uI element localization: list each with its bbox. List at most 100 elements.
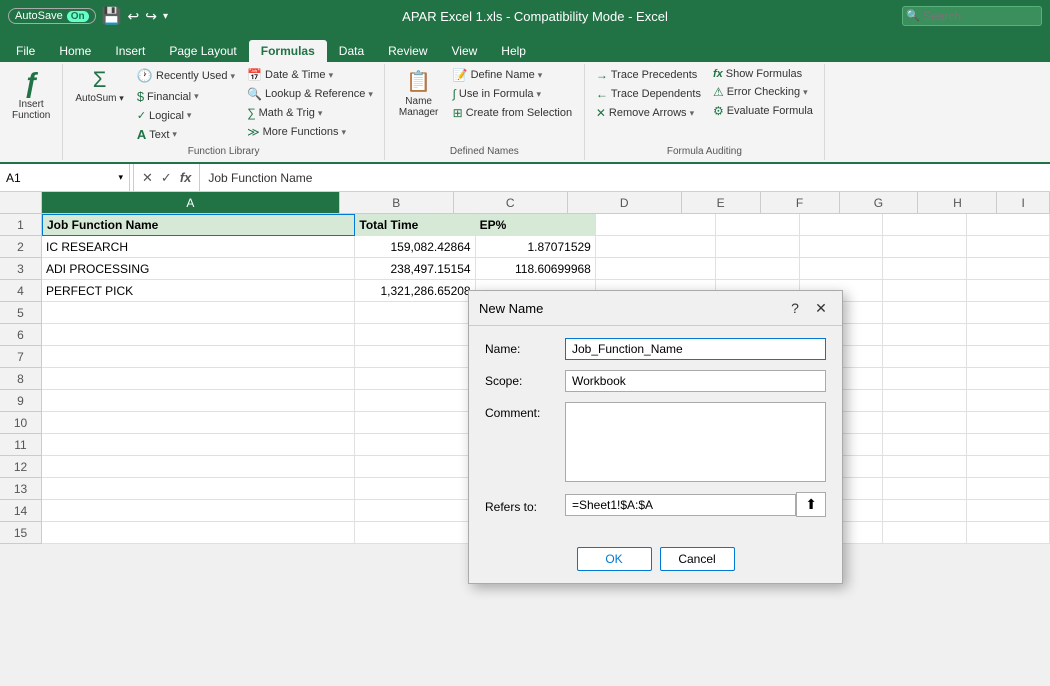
cell-C2[interactable]: 1.87071529 (476, 236, 596, 258)
confirm-formula-icon[interactable]: ✓ (159, 170, 174, 186)
error-checking-button[interactable]: ⚠ Error Checking ▾ (708, 83, 818, 101)
cell-B8[interactable] (355, 368, 475, 390)
trace-precedents-button[interactable]: → Trace Precedents (591, 66, 706, 84)
create-from-selection-button[interactable]: ⊞ Create from Selection (448, 104, 577, 122)
tab-help[interactable]: Help (489, 40, 538, 62)
tab-formulas[interactable]: Formulas (249, 40, 327, 62)
cell-H10[interactable] (967, 412, 1050, 434)
cell-H4[interactable] (967, 280, 1050, 302)
logical-button[interactable]: ✓ Logical ▾ (132, 107, 240, 124)
dialog-close-icon[interactable]: ✕ (810, 297, 832, 319)
comment-input[interactable] (565, 402, 826, 482)
cell-A1[interactable]: Job Function Name (42, 214, 355, 236)
row-header-7[interactable]: 7 (0, 346, 42, 368)
cell-G8[interactable] (883, 368, 966, 390)
cell-D3[interactable] (596, 258, 716, 280)
cell-H6[interactable] (967, 324, 1050, 346)
row-header-9[interactable]: 9 (0, 390, 42, 412)
dialog-help-icon[interactable]: ? (784, 297, 806, 319)
ok-button[interactable]: OK (577, 547, 652, 571)
col-header-C[interactable]: C (454, 192, 568, 213)
tab-insert[interactable]: Insert (103, 40, 157, 62)
cell-A11[interactable] (42, 434, 355, 456)
cell-F2[interactable] (800, 236, 883, 258)
cell-H12[interactable] (967, 456, 1050, 478)
cell-G14[interactable] (883, 500, 966, 522)
cell-F1[interactable] (800, 214, 883, 236)
cell-H8[interactable] (967, 368, 1050, 390)
lookup-reference-button[interactable]: 🔍 Lookup & Reference ▾ (242, 85, 378, 103)
use-in-formula-button[interactable]: ∫ Use in Formula ▾ (448, 85, 577, 103)
cell-B5[interactable] (355, 302, 475, 324)
cell-A5[interactable] (42, 302, 355, 324)
cell-B14[interactable] (355, 500, 475, 522)
cell-G6[interactable] (883, 324, 966, 346)
cell-H11[interactable] (967, 434, 1050, 456)
recently-used-button[interactable]: 🕐 Recently Used ▾ (132, 66, 240, 86)
col-header-A[interactable]: A (42, 192, 340, 213)
row-header-4[interactable]: 4 (0, 280, 42, 302)
row-header-15[interactable]: 15 (0, 522, 42, 544)
cell-A2[interactable]: IC RESEARCH (42, 236, 355, 258)
cell-G4[interactable] (883, 280, 966, 302)
cell-B4[interactable]: 1,321,286.65208 (355, 280, 475, 302)
remove-arrows-button[interactable]: ✕ Remove Arrows ▾ (591, 104, 706, 122)
cancel-button[interactable]: Cancel (660, 547, 735, 571)
tab-data[interactable]: Data (327, 40, 376, 62)
tab-home[interactable]: Home (47, 40, 103, 62)
cell-B11[interactable] (355, 434, 475, 456)
tab-pagelayout[interactable]: Page Layout (157, 40, 248, 62)
row-header-3[interactable]: 3 (0, 258, 42, 280)
cell-B2[interactable]: 159,082.42864 (355, 236, 475, 258)
cell-G3[interactable] (883, 258, 966, 280)
cell-E3[interactable] (716, 258, 799, 280)
row-header-6[interactable]: 6 (0, 324, 42, 346)
col-header-B[interactable]: B (340, 192, 454, 213)
col-header-I[interactable]: I (997, 192, 1050, 213)
tab-file[interactable]: File (4, 40, 47, 62)
cell-A10[interactable] (42, 412, 355, 434)
cell-B3[interactable]: 238,497.15154 (355, 258, 475, 280)
cell-E1[interactable] (716, 214, 799, 236)
cell-A6[interactable] (42, 324, 355, 346)
cell-C3[interactable]: 118.60699968 (476, 258, 596, 280)
cell-B9[interactable] (355, 390, 475, 412)
cell-H13[interactable] (967, 478, 1050, 500)
cell-G13[interactable] (883, 478, 966, 500)
cell-B10[interactable] (355, 412, 475, 434)
cell-B1[interactable]: Total Time (355, 214, 475, 236)
cell-C1[interactable]: EP% (476, 214, 596, 236)
row-header-8[interactable]: 8 (0, 368, 42, 390)
refers-collapse-button[interactable]: ⬆ (796, 492, 826, 517)
autosum-button[interactable]: Σ AutoSum ▾ (69, 66, 129, 107)
row-header-10[interactable]: 10 (0, 412, 42, 434)
cell-A3[interactable]: ADI PROCESSING (42, 258, 355, 280)
cell-G2[interactable] (883, 236, 966, 258)
cell-G5[interactable] (883, 302, 966, 324)
cell-H14[interactable] (967, 500, 1050, 522)
col-header-F[interactable]: F (761, 192, 840, 213)
row-header-14[interactable]: 14 (0, 500, 42, 522)
cell-H1[interactable] (967, 214, 1050, 236)
row-header-11[interactable]: 11 (0, 434, 42, 456)
cell-H9[interactable] (967, 390, 1050, 412)
cell-H7[interactable] (967, 346, 1050, 368)
scope-select[interactable]: Workbook Sheet1 (565, 370, 826, 392)
row-header-1[interactable]: 1 (0, 214, 42, 236)
cell-G1[interactable] (883, 214, 966, 236)
cell-A13[interactable] (42, 478, 355, 500)
cell-D2[interactable] (596, 236, 716, 258)
col-header-E[interactable]: E (682, 192, 761, 213)
cell-A7[interactable] (42, 346, 355, 368)
cancel-formula-icon[interactable]: ✕ (140, 170, 155, 186)
math-trig-button[interactable]: ∑ Math & Trig ▾ (242, 104, 378, 122)
cell-H5[interactable] (967, 302, 1050, 324)
cell-G12[interactable] (883, 456, 966, 478)
tab-view[interactable]: View (440, 40, 490, 62)
name-input[interactable] (565, 338, 826, 360)
cell-G7[interactable] (883, 346, 966, 368)
cell-H2[interactable] (967, 236, 1050, 258)
name-manager-button[interactable]: 📋 NameManager (392, 66, 446, 121)
cell-A15[interactable] (42, 522, 355, 544)
row-header-12[interactable]: 12 (0, 456, 42, 478)
